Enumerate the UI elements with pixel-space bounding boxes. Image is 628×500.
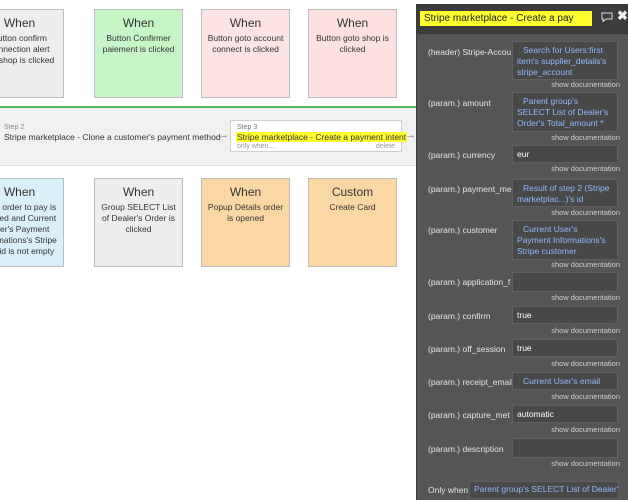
param-value-receipt-email[interactable]: Current User's email (512, 372, 618, 390)
event-card-title: When (336, 16, 369, 30)
param-value-off-session[interactable]: true (512, 339, 618, 357)
event-card-group-order[interactable]: When roup order to pay is clicked and Cu… (0, 178, 64, 267)
show-documentation-link[interactable]: show documentation (548, 80, 620, 89)
arrow-right-icon: → (405, 129, 416, 141)
event-card-goto-shop[interactable]: When Button goto shop is clicked (308, 9, 397, 98)
event-card-desc: Group SELECT List of Dealer's Order is c… (101, 202, 176, 234)
step3-delete-link[interactable]: delete (376, 143, 395, 150)
show-documentation-link[interactable]: show documentation (548, 260, 620, 269)
event-card-desc: Popup Détails order is opened (207, 202, 284, 223)
show-documentation-link[interactable]: show documentation (548, 326, 620, 335)
param-label: (param.) receipt_email (428, 377, 514, 387)
close-icon[interactable]: ✖ (617, 8, 628, 24)
arrow-right-icon: → (218, 129, 229, 141)
comment-icon[interactable] (601, 12, 613, 22)
param-label: (param.) customer (428, 225, 498, 235)
event-card-popup-details[interactable]: When Popup Détails order is opened (201, 178, 290, 267)
panel-title: Stripe marketplace - Create a pay (420, 11, 592, 26)
event-card-desc: Button confirm connection alert wizishop… (0, 33, 55, 65)
param-value-capture-method[interactable]: automatic (512, 405, 618, 423)
event-card-create-card[interactable]: Custom Create Card (308, 178, 397, 267)
action-property-panel: Stripe marketplace - Create a pay ✖ (hea… (416, 4, 628, 500)
show-documentation-link[interactable]: show documentation (548, 392, 620, 401)
event-card-confirm-connection[interactable]: When Button confirm connection alert wiz… (0, 9, 64, 98)
param-value-stripe-account[interactable]: Search for Users:first item's supplier_d… (512, 41, 618, 80)
show-documentation-link[interactable]: show documentation (548, 208, 620, 217)
param-value-payment-method[interactable]: Result of step 2 (Stripe marketplac...)'… (512, 179, 618, 207)
step3-only-when-link[interactable]: only when... (237, 143, 274, 150)
show-documentation-link[interactable]: show documentation (548, 293, 620, 302)
event-card-desc: Button goto shop is clicked (316, 33, 389, 54)
param-value-customer[interactable]: Current User's Payment Informations's St… (512, 220, 618, 260)
param-label: (param.) description (428, 444, 504, 454)
param-label: (param.) payment_me (428, 184, 512, 194)
event-card-group-select-list[interactable]: When Group SELECT List of Dealer's Order… (94, 178, 183, 267)
show-documentation-link[interactable]: show documentation (548, 359, 620, 368)
param-value-confirm[interactable]: true (512, 306, 618, 324)
step3-tag: Step 3 (237, 124, 258, 131)
only-when-condition[interactable]: Parent group's SELECT List of Dealer's (469, 481, 619, 499)
step3-action-box[interactable]: Step 3 Stripe marketplace - Create a pay… (230, 120, 408, 152)
param-value-description[interactable] (512, 438, 618, 458)
event-card-title: When (229, 16, 262, 30)
event-card-desc: Button goto account connect is clicked (207, 33, 284, 54)
param-value-application-fee[interactable] (512, 272, 618, 292)
show-documentation-link[interactable]: show documentation (548, 459, 620, 468)
show-documentation-link[interactable]: show documentation (548, 164, 620, 173)
event-card-title: When (3, 185, 36, 199)
param-value-amount[interactable]: Parent group's SELECT List of Dealer's O… (512, 92, 618, 132)
param-label: (param.) confirm (428, 311, 491, 321)
event-card-desc: Create Card (329, 202, 376, 212)
step3-action[interactable]: Stripe marketplace - Create a payment in… (236, 132, 408, 142)
event-card-title: When (3, 16, 36, 30)
event-card-title: When (229, 185, 262, 199)
event-card-goto-account[interactable]: When Button goto account connect is clic… (201, 9, 290, 98)
show-documentation-link[interactable]: show documentation (548, 425, 620, 434)
only-when-label: Only when (428, 485, 469, 495)
param-value-currency[interactable]: eur (512, 145, 618, 163)
event-card-desc: Button Confirmer paiement is clicked (102, 33, 175, 54)
event-card-title: When (122, 16, 155, 30)
panel-header: Stripe marketplace - Create a pay ✖ (417, 4, 628, 34)
param-label: (param.) capture_met (428, 410, 510, 420)
param-label: (param.) amount (428, 98, 491, 108)
param-label: (param.) application_f (428, 277, 511, 287)
step2-tag: Step 2 (4, 124, 25, 131)
param-label: (param.) off_session (428, 344, 506, 354)
event-card-desc: roup order to pay is clicked and Current… (0, 202, 57, 256)
event-card-title: Custom (331, 185, 374, 199)
param-label: (header) Stripe-Accou (428, 47, 512, 57)
param-label: (param.) currency (428, 150, 496, 160)
step2-action[interactable]: Stripe marketplace - Clone a customer's … (4, 132, 221, 142)
show-documentation-link[interactable]: show documentation (548, 133, 620, 142)
event-card-title: When (122, 185, 155, 199)
event-card-confirmer-paiement[interactable]: When Button Confirmer paiement is clicke… (94, 9, 183, 98)
